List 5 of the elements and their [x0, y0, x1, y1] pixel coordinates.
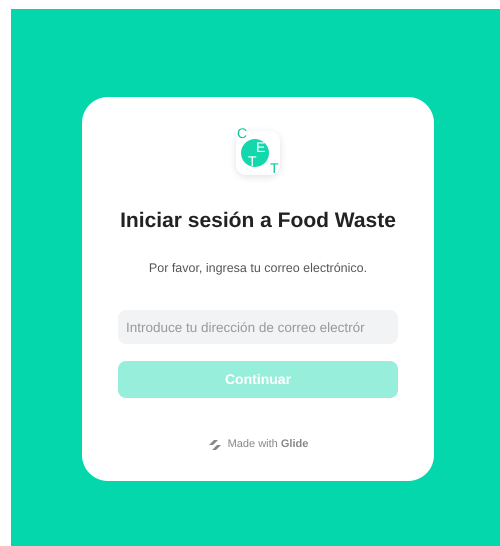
bolt-icon — [208, 438, 222, 450]
made-with-text: Made with Glide — [228, 437, 308, 452]
login-subtitle: Por favor, ingresa tu correo electrónico. — [148, 260, 368, 277]
email-field[interactable]: Introduce tu dirección de correo electrór — [118, 310, 398, 344]
login-title: Iniciar sesión a Food Waste — [119, 208, 397, 234]
